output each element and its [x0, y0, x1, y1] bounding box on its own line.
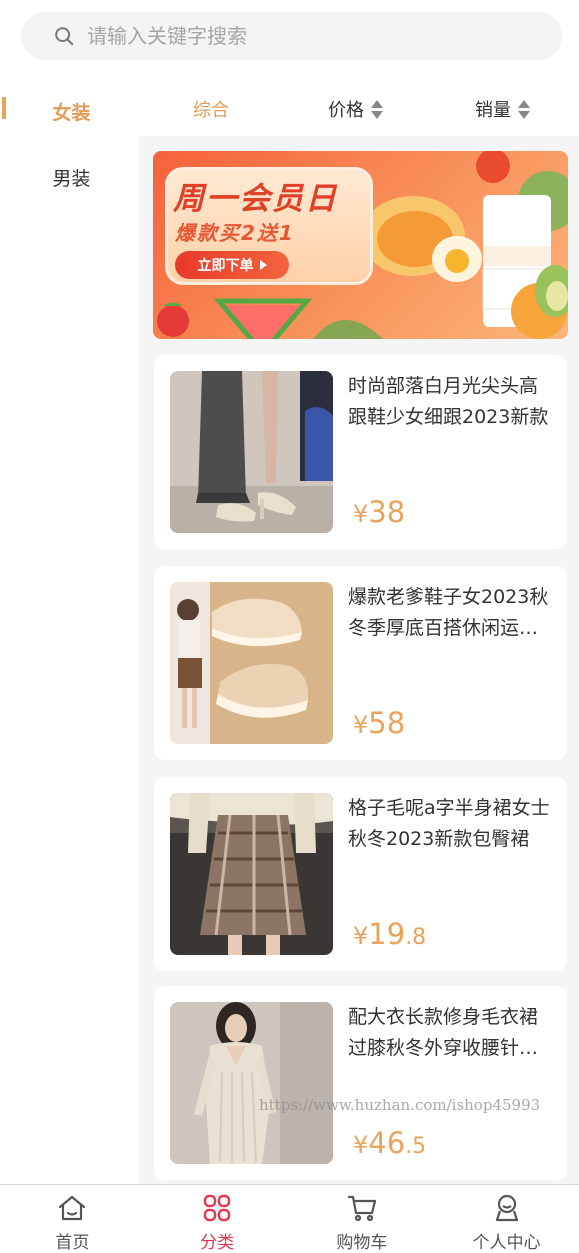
search-input[interactable]	[87, 24, 507, 48]
product-title: 格子毛呢a字半身裙女士秋冬2023新款包臀裙	[348, 797, 550, 850]
price-decimal: .8	[405, 925, 427, 950]
product-image	[170, 371, 333, 533]
watermark-text: https://www.huzhan.com/ishop45993	[259, 1096, 541, 1114]
search-icon	[55, 27, 74, 46]
tab-label: 分类	[200, 1233, 235, 1253]
product-title: 时尚部落白月光尖头高跟鞋少女细跟2023新款	[348, 375, 549, 428]
sidebar-item-label: 女装	[52, 101, 91, 124]
product-title: 爆款老爹鞋子女2023秋冬季厚底百搭休闲运动鞋	[348, 586, 549, 639]
sort-label: 销量	[475, 100, 511, 121]
bottom-tab-bar: 首页 分类 购物车 个人中心	[0, 1184, 579, 1253]
sort-arrows-icon	[371, 99, 383, 119]
cart-icon	[347, 1195, 376, 1222]
price-integer: 38	[368, 495, 406, 529]
sort-label: 价格	[328, 100, 364, 121]
product-list-area: 周一会员日 爆款买2送1 立即下单 时尚部落白月光尖头高跟鞋少女细跟2023新款	[139, 136, 579, 1184]
price-decimal: .5	[405, 1134, 427, 1159]
price-integer: 46	[368, 1126, 406, 1160]
sidebar-item-womens[interactable]: 女装	[0, 78, 139, 144]
banner-subtitle: 爆款买2送1	[175, 221, 295, 245]
product-title: 配大衣长款修身毛衣裙过膝秋冬外穿收腰针织裙	[348, 1006, 539, 1059]
search-bar[interactable]	[21, 12, 562, 60]
price-integer: 58	[368, 706, 406, 740]
promo-banner[interactable]: 周一会员日 爆款买2送1 立即下单	[153, 151, 568, 339]
product-card[interactable]: 时尚部落白月光尖头高跟鞋少女细跟2023新款 ¥38	[154, 355, 567, 549]
sort-price[interactable]: 价格	[328, 96, 383, 122]
home-icon	[59, 1195, 86, 1221]
sort-comprehensive[interactable]: 综合	[193, 96, 229, 122]
product-image	[170, 793, 333, 955]
sidebar-item-mens[interactable]: 男装	[0, 144, 139, 210]
sort-label: 综合	[193, 100, 229, 121]
product-image	[170, 1002, 333, 1164]
tab-home[interactable]: 首页	[0, 1185, 145, 1253]
tab-cart[interactable]: 购物车	[290, 1185, 435, 1253]
banner-order-button[interactable]: 立即下单	[175, 251, 289, 279]
currency-symbol: ¥	[353, 1131, 369, 1159]
play-arrow-icon	[259, 260, 267, 270]
sort-sales[interactable]: 销量	[475, 96, 530, 122]
tab-profile[interactable]: 个人中心	[434, 1185, 579, 1253]
product-price: ¥46.5	[353, 1126, 426, 1160]
user-icon	[495, 1194, 518, 1222]
product-card[interactable]: 爆款老爹鞋子女2023秋冬季厚底百搭休闲运动鞋 ¥58	[154, 566, 567, 760]
product-card[interactable]: 配大衣长款修身毛衣裙过膝秋冬外穿收腰针织裙 ¥46.5	[154, 986, 567, 1180]
product-price: ¥19.8	[353, 917, 426, 951]
product-price: ¥58	[353, 706, 405, 740]
currency-symbol: ¥	[353, 711, 369, 739]
sort-bar: 综合 价格 销量	[139, 78, 579, 136]
tab-label: 个人中心	[472, 1233, 541, 1253]
banner-button-label: 立即下单	[197, 258, 254, 274]
currency-symbol: ¥	[353, 500, 369, 528]
product-image	[170, 582, 333, 744]
banner-title: 周一会员日	[173, 181, 338, 217]
currency-symbol: ¥	[353, 922, 369, 950]
sort-arrows-icon	[518, 99, 530, 119]
tab-label: 首页	[55, 1233, 90, 1253]
category-sidebar: 女装 男装	[0, 78, 139, 1184]
product-price: ¥38	[353, 495, 405, 529]
tab-label: 购物车	[336, 1233, 388, 1253]
price-integer: 19	[368, 917, 406, 951]
tab-category[interactable]: 分类	[145, 1185, 290, 1253]
product-card[interactable]: 格子毛呢a字半身裙女士秋冬2023新款包臀裙 ¥19.8	[154, 777, 567, 971]
sidebar-item-label: 男装	[52, 167, 91, 190]
category-grid-icon	[203, 1194, 231, 1222]
